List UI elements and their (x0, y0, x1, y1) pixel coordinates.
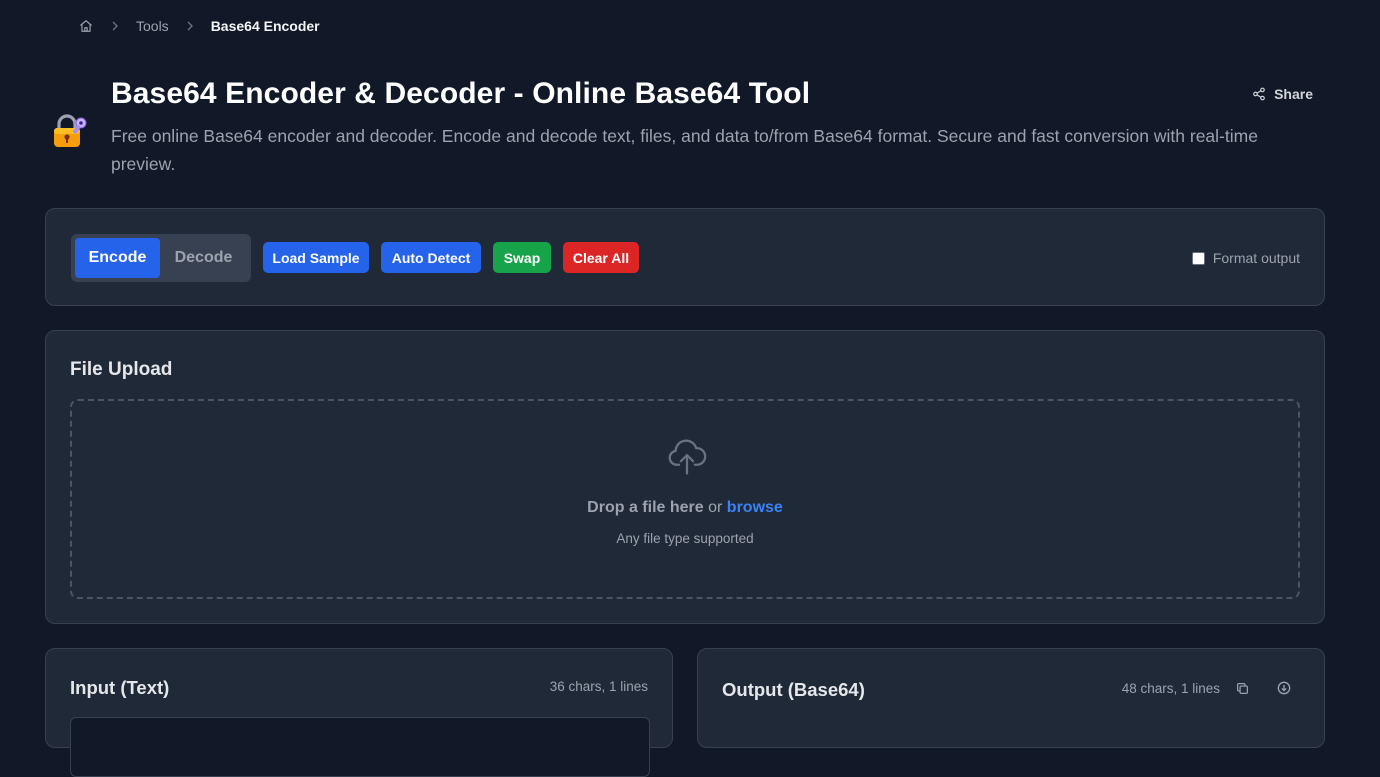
output-title: Output (Base64) (722, 679, 865, 700)
swap-button[interactable]: Swap (493, 242, 551, 273)
input-stats: 36 chars, 1 lines (549, 679, 648, 694)
or-text: or (708, 499, 723, 516)
toolbar-card: Encode Decode Load Sample Auto Detect Sw… (45, 208, 1325, 306)
page-description: Free online Base64 encoder and decoder. … (111, 126, 1258, 174)
breadcrumb: Tools Base64 Encoder (78, 16, 320, 36)
drop-text: Drop a file here (587, 499, 704, 516)
browse-link[interactable]: browse (727, 499, 783, 516)
chevron-right-icon (110, 21, 120, 31)
download-icon[interactable] (1276, 680, 1292, 696)
breadcrumb-current: Base64 Encoder (210, 18, 320, 34)
file-upload-title: File Upload (70, 359, 173, 380)
lock-key-icon (50, 110, 90, 150)
format-output-option[interactable]: Format output (1191, 249, 1300, 267)
input-title: Input (Text) (70, 677, 170, 698)
output-card: Output (Base64) 48 chars, 1 lines (697, 648, 1325, 748)
file-dropzone[interactable]: Drop a file here or browse Any file type… (70, 399, 1300, 599)
copy-icon[interactable] (1234, 680, 1250, 696)
output-stats: 48 chars, 1 lines (1121, 681, 1220, 696)
format-output-checkbox[interactable] (1191, 251, 1205, 265)
encode-mode-button[interactable]: Encode (75, 238, 160, 278)
home-icon[interactable] (78, 18, 94, 34)
format-output-label: Format output (1212, 250, 1300, 266)
chevron-right-icon (185, 21, 195, 31)
mode-toggle: Encode Decode (71, 234, 251, 282)
drop-instructions: Drop a file here or browse (72, 499, 1298, 517)
decode-mode-button[interactable]: Decode (160, 238, 247, 278)
cloud-upload-icon (666, 435, 708, 477)
auto-detect-button[interactable]: Auto Detect (381, 242, 481, 273)
file-upload-card: File Upload Drop a file here or browse A… (45, 330, 1325, 624)
page-title: Base64 Encoder & Decoder - Online Base64… (111, 77, 811, 110)
input-textarea[interactable] (70, 717, 650, 777)
input-card: Input (Text) 36 chars, 1 lines (45, 648, 673, 777)
breadcrumb-tools-link[interactable]: Tools (136, 18, 169, 34)
share-label: Share (1274, 86, 1313, 102)
drop-hint: Any file type supported (616, 531, 754, 546)
clear-all-button[interactable]: Clear All (563, 242, 639, 273)
share-icon (1252, 87, 1266, 101)
share-button[interactable]: Share (1252, 84, 1313, 104)
load-sample-button[interactable]: Load Sample (263, 242, 369, 273)
